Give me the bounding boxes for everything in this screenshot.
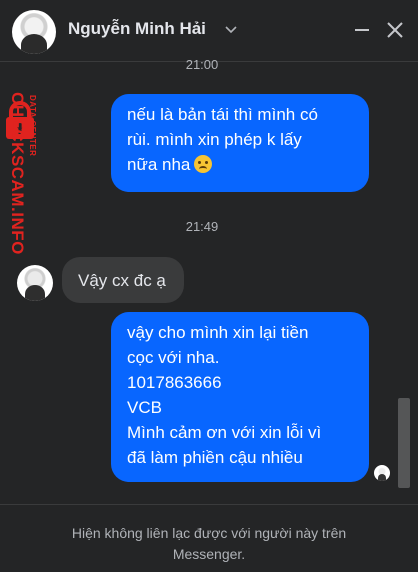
contact-avatar[interactable] <box>12 10 56 54</box>
message-line: nữa nha <box>127 155 191 174</box>
incoming-message[interactable]: Vậy cx đc ạ <box>62 257 184 303</box>
seen-avatar <box>374 465 390 481</box>
chevron-down-icon[interactable] <box>224 24 238 34</box>
contact-name[interactable]: Nguyễn Minh Hải <box>68 19 206 39</box>
message-line: VCB <box>127 398 162 417</box>
notice-line: Hiện không liên lạc được với người này t… <box>71 525 347 541</box>
message-line: Mình cảm ơn với xin lỗi vì <box>127 423 322 442</box>
notice-line: Messenger. <box>172 546 246 562</box>
message-line: rùi. mình xin phép k lấy <box>127 130 302 149</box>
footer: Hiện không liên lạc được với người này t… <box>0 504 418 572</box>
watermark-subtext: DATA CENTER <box>28 95 37 157</box>
unavailable-notice: Hiện không liên lạc được với người này t… <box>20 523 398 565</box>
timestamp: 21:49 <box>185 219 219 234</box>
message-line: cọc với nha. <box>127 348 220 367</box>
message-line: vậy cho mình xin lại tiền <box>127 323 309 342</box>
message-line: nếu là bản tái thì mình có <box>127 105 318 124</box>
contact-avatar-small[interactable] <box>17 265 53 301</box>
minimize-icon[interactable] <box>352 20 372 40</box>
message-line: Vậy cx đc ạ <box>78 271 166 290</box>
frowning-face-icon <box>194 155 213 173</box>
outgoing-message[interactable]: vậy cho mình xin lại tiền cọc với nha. 1… <box>111 312 369 482</box>
chat-header: Nguyễn Minh Hải <box>0 0 418 62</box>
scrollbar-thumb[interactable] <box>398 398 410 488</box>
outgoing-message[interactable]: nếu là bản tái thì mình có rùi. mình xin… <box>111 94 369 192</box>
close-icon[interactable] <box>385 20 405 40</box>
timestamp: 21:00 <box>185 57 219 72</box>
message-line: 1017863666 <box>127 373 222 392</box>
message-line: đã làm phiền cậu nhiều <box>127 448 303 467</box>
